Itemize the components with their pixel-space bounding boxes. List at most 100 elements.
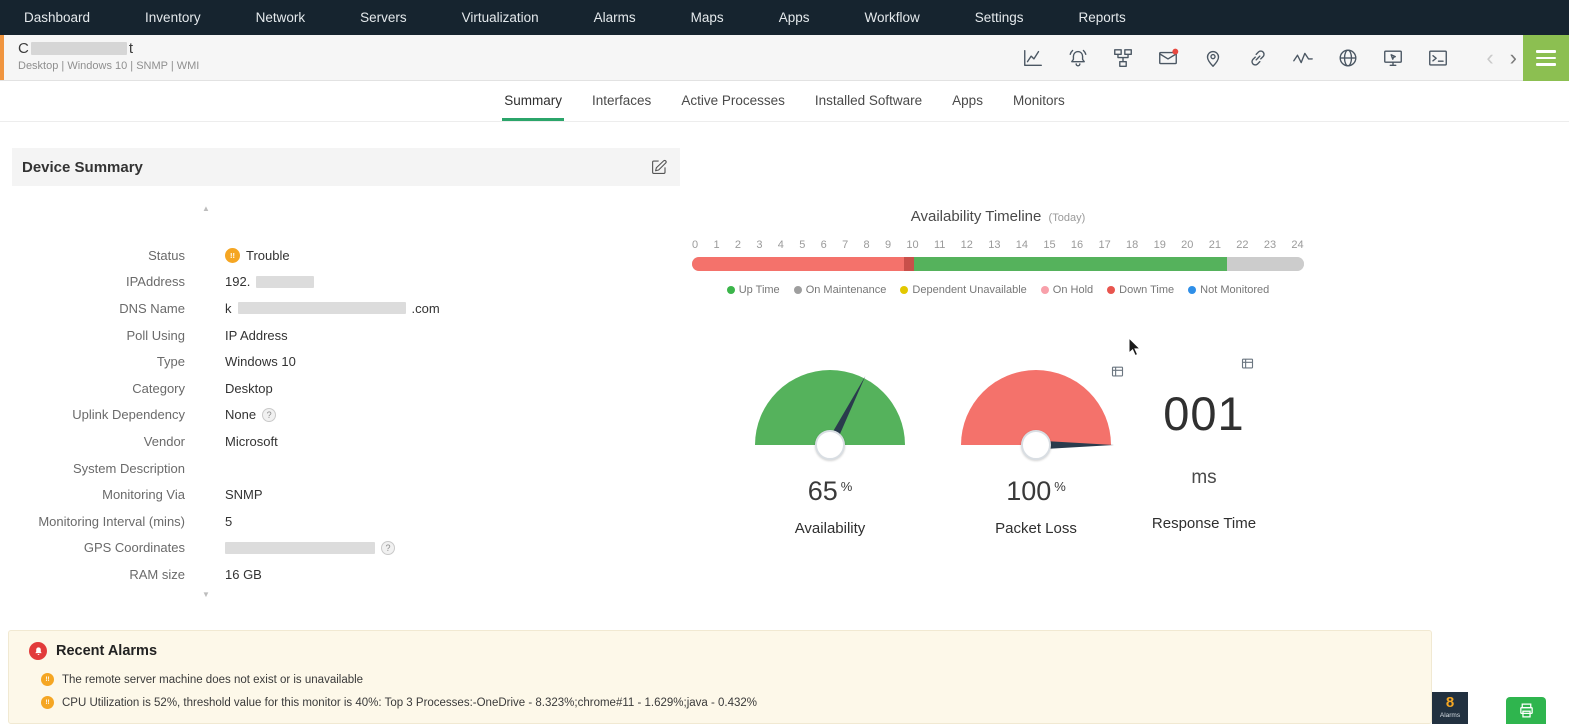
- performance-chart-icon[interactable]: [1022, 47, 1044, 69]
- top-nav: Dashboard Inventory Network Servers Virt…: [0, 0, 1569, 35]
- field-value: Microsoft: [225, 433, 278, 449]
- field-value: Desktop: [225, 380, 273, 396]
- hour-tick-label: 3: [756, 239, 763, 251]
- device-summary-fields: Status !! Trouble IPAddress 192. DNS Nam…: [12, 242, 680, 588]
- panel-title: Device Summary: [22, 158, 143, 176]
- hour-tick-label: 16: [1070, 239, 1084, 251]
- hour-tick-label: 17: [1098, 239, 1111, 251]
- hour-tick-label: 18: [1126, 239, 1139, 251]
- scroll-up-icon[interactable]: ▲: [202, 204, 210, 213]
- remote-desktop-icon[interactable]: [1382, 47, 1404, 69]
- hour-tick-label: 10: [906, 239, 919, 251]
- alarm-message: CPU Utilization is 52%, threshold value …: [62, 696, 758, 709]
- alarm-count-badge[interactable]: 8 Alarms: [1432, 692, 1468, 724]
- field-row-status: Status !! Trouble: [12, 242, 680, 269]
- printer-icon: [1519, 703, 1533, 718]
- device-toolbar: [1022, 35, 1449, 80]
- alarm-row[interactable]: !! The remote server machine does not ex…: [41, 673, 1431, 686]
- chevron-right-icon[interactable]: ›: [1510, 46, 1517, 68]
- field-label: IPAddress: [125, 274, 185, 290]
- legend-item: Down Time: [1107, 284, 1174, 296]
- field-row-category: Category Desktop: [12, 375, 680, 402]
- hour-tick-label: 22: [1236, 239, 1249, 251]
- alarm-row[interactable]: !! CPU Utilization is 52%, threshold val…: [41, 696, 1431, 709]
- menu-button[interactable]: [1523, 35, 1569, 81]
- nav-item-alarms[interactable]: Alarms: [594, 10, 636, 25]
- alarm-count: 8: [1445, 694, 1455, 711]
- mail-icon[interactable]: [1157, 47, 1179, 69]
- field-value: Windows 10: [225, 354, 296, 370]
- response-time-widget: 001 ms Response Time: [1134, 386, 1274, 532]
- redacted-ip: [256, 275, 315, 288]
- field-label: Category: [132, 380, 185, 396]
- tab-apps[interactable]: Apps: [950, 81, 985, 121]
- tab-interfaces[interactable]: Interfaces: [590, 81, 653, 121]
- dependency-link-icon[interactable]: [1247, 47, 1269, 69]
- legend-dot: [1107, 286, 1116, 294]
- hour-tick-label: 7: [842, 239, 849, 251]
- field-row-monitoring-interval: Monitoring Interval (mins) 5: [12, 508, 680, 535]
- location-pin-icon[interactable]: [1202, 47, 1224, 69]
- hour-tick-label: 4: [777, 239, 784, 251]
- availability-value: 65%: [807, 476, 853, 506]
- field-value: ?: [225, 540, 395, 555]
- response-time-unit: ms: [1191, 467, 1217, 488]
- chevron-left-icon[interactable]: ‹: [1486, 46, 1493, 68]
- legend-dot: [900, 286, 909, 294]
- topology-icon[interactable]: [1112, 47, 1134, 69]
- recent-alarms-list: !! The remote server machine does not ex…: [41, 673, 1431, 709]
- help-icon[interactable]: ?: [262, 407, 277, 422]
- availability-label: Availability: [794, 520, 866, 537]
- legend-dot: [1188, 286, 1197, 294]
- nav-item-virtualization[interactable]: Virtualization: [462, 10, 539, 25]
- nav-item-servers[interactable]: Servers: [360, 10, 407, 25]
- nav-item-inventory[interactable]: Inventory: [145, 10, 201, 25]
- alarm-count-label: Alarms: [1439, 712, 1461, 719]
- support-chat-button[interactable]: [1506, 697, 1546, 724]
- hour-tick-label: 8: [863, 239, 870, 251]
- tab-active-processes[interactable]: Active Processes: [679, 81, 787, 121]
- tab-installed-software[interactable]: Installed Software: [813, 81, 924, 121]
- hamburger-icon: [1536, 50, 1556, 53]
- field-value: k .com: [225, 300, 440, 316]
- nav-item-dashboard[interactable]: Dashboard: [24, 10, 90, 25]
- hour-tick-label: 23: [1263, 239, 1277, 251]
- nav-item-workflow[interactable]: Workflow: [864, 10, 919, 25]
- alarm-message: The remote server machine does not exist…: [62, 673, 364, 686]
- availability-timeline-bar[interactable]: [692, 257, 1304, 271]
- recent-alarms-title: Recent Alarms: [56, 643, 158, 659]
- scroll-down-icon[interactable]: ▼: [202, 590, 210, 599]
- terminal-icon[interactable]: [1427, 47, 1449, 69]
- trouble-status-icon: !!: [225, 247, 240, 263]
- widget-table-icon[interactable]: [1110, 364, 1125, 379]
- field-value: 5: [225, 513, 233, 529]
- device-name-suffix: t: [128, 40, 134, 57]
- alarm-bell-icon[interactable]: [1067, 47, 1089, 69]
- legend-item: Not Monitored: [1188, 284, 1269, 296]
- hour-tick-label: 24: [1291, 239, 1304, 251]
- hour-tick-label: 11: [933, 239, 946, 251]
- field-row-poll-using: Poll Using IP Address: [12, 322, 680, 349]
- nav-item-reports[interactable]: Reports: [1079, 10, 1126, 25]
- legend-dot: [726, 286, 735, 294]
- legend-dot: [793, 286, 802, 294]
- hour-tick-label: 9: [884, 239, 892, 251]
- recent-alarms-header: Recent Alarms: [9, 631, 1431, 660]
- tab-summary[interactable]: Summary: [502, 81, 565, 121]
- widget-table-icon[interactable]: [1240, 356, 1255, 371]
- response-time-value: 001: [1163, 387, 1245, 440]
- edit-icon[interactable]: [650, 158, 668, 176]
- field-label: Poll Using: [126, 327, 185, 343]
- timeline-legend: Up Time On Maintenance Dependent Unavailab…: [688, 284, 1308, 296]
- help-icon[interactable]: ?: [381, 540, 395, 555]
- hour-tick-label: 15: [1043, 239, 1056, 251]
- traffic-graph-icon[interactable]: [1292, 47, 1314, 69]
- globe-icon[interactable]: [1337, 47, 1359, 69]
- nav-item-network[interactable]: Network: [256, 10, 306, 25]
- nav-item-maps[interactable]: Maps: [691, 10, 724, 25]
- tab-monitors[interactable]: Monitors: [1011, 81, 1067, 121]
- nav-item-apps[interactable]: Apps: [779, 10, 810, 25]
- nav-item-settings[interactable]: Settings: [975, 10, 1024, 25]
- device-summary-header: Device Summary: [12, 148, 680, 186]
- field-row-system-description: System Description: [12, 455, 680, 482]
